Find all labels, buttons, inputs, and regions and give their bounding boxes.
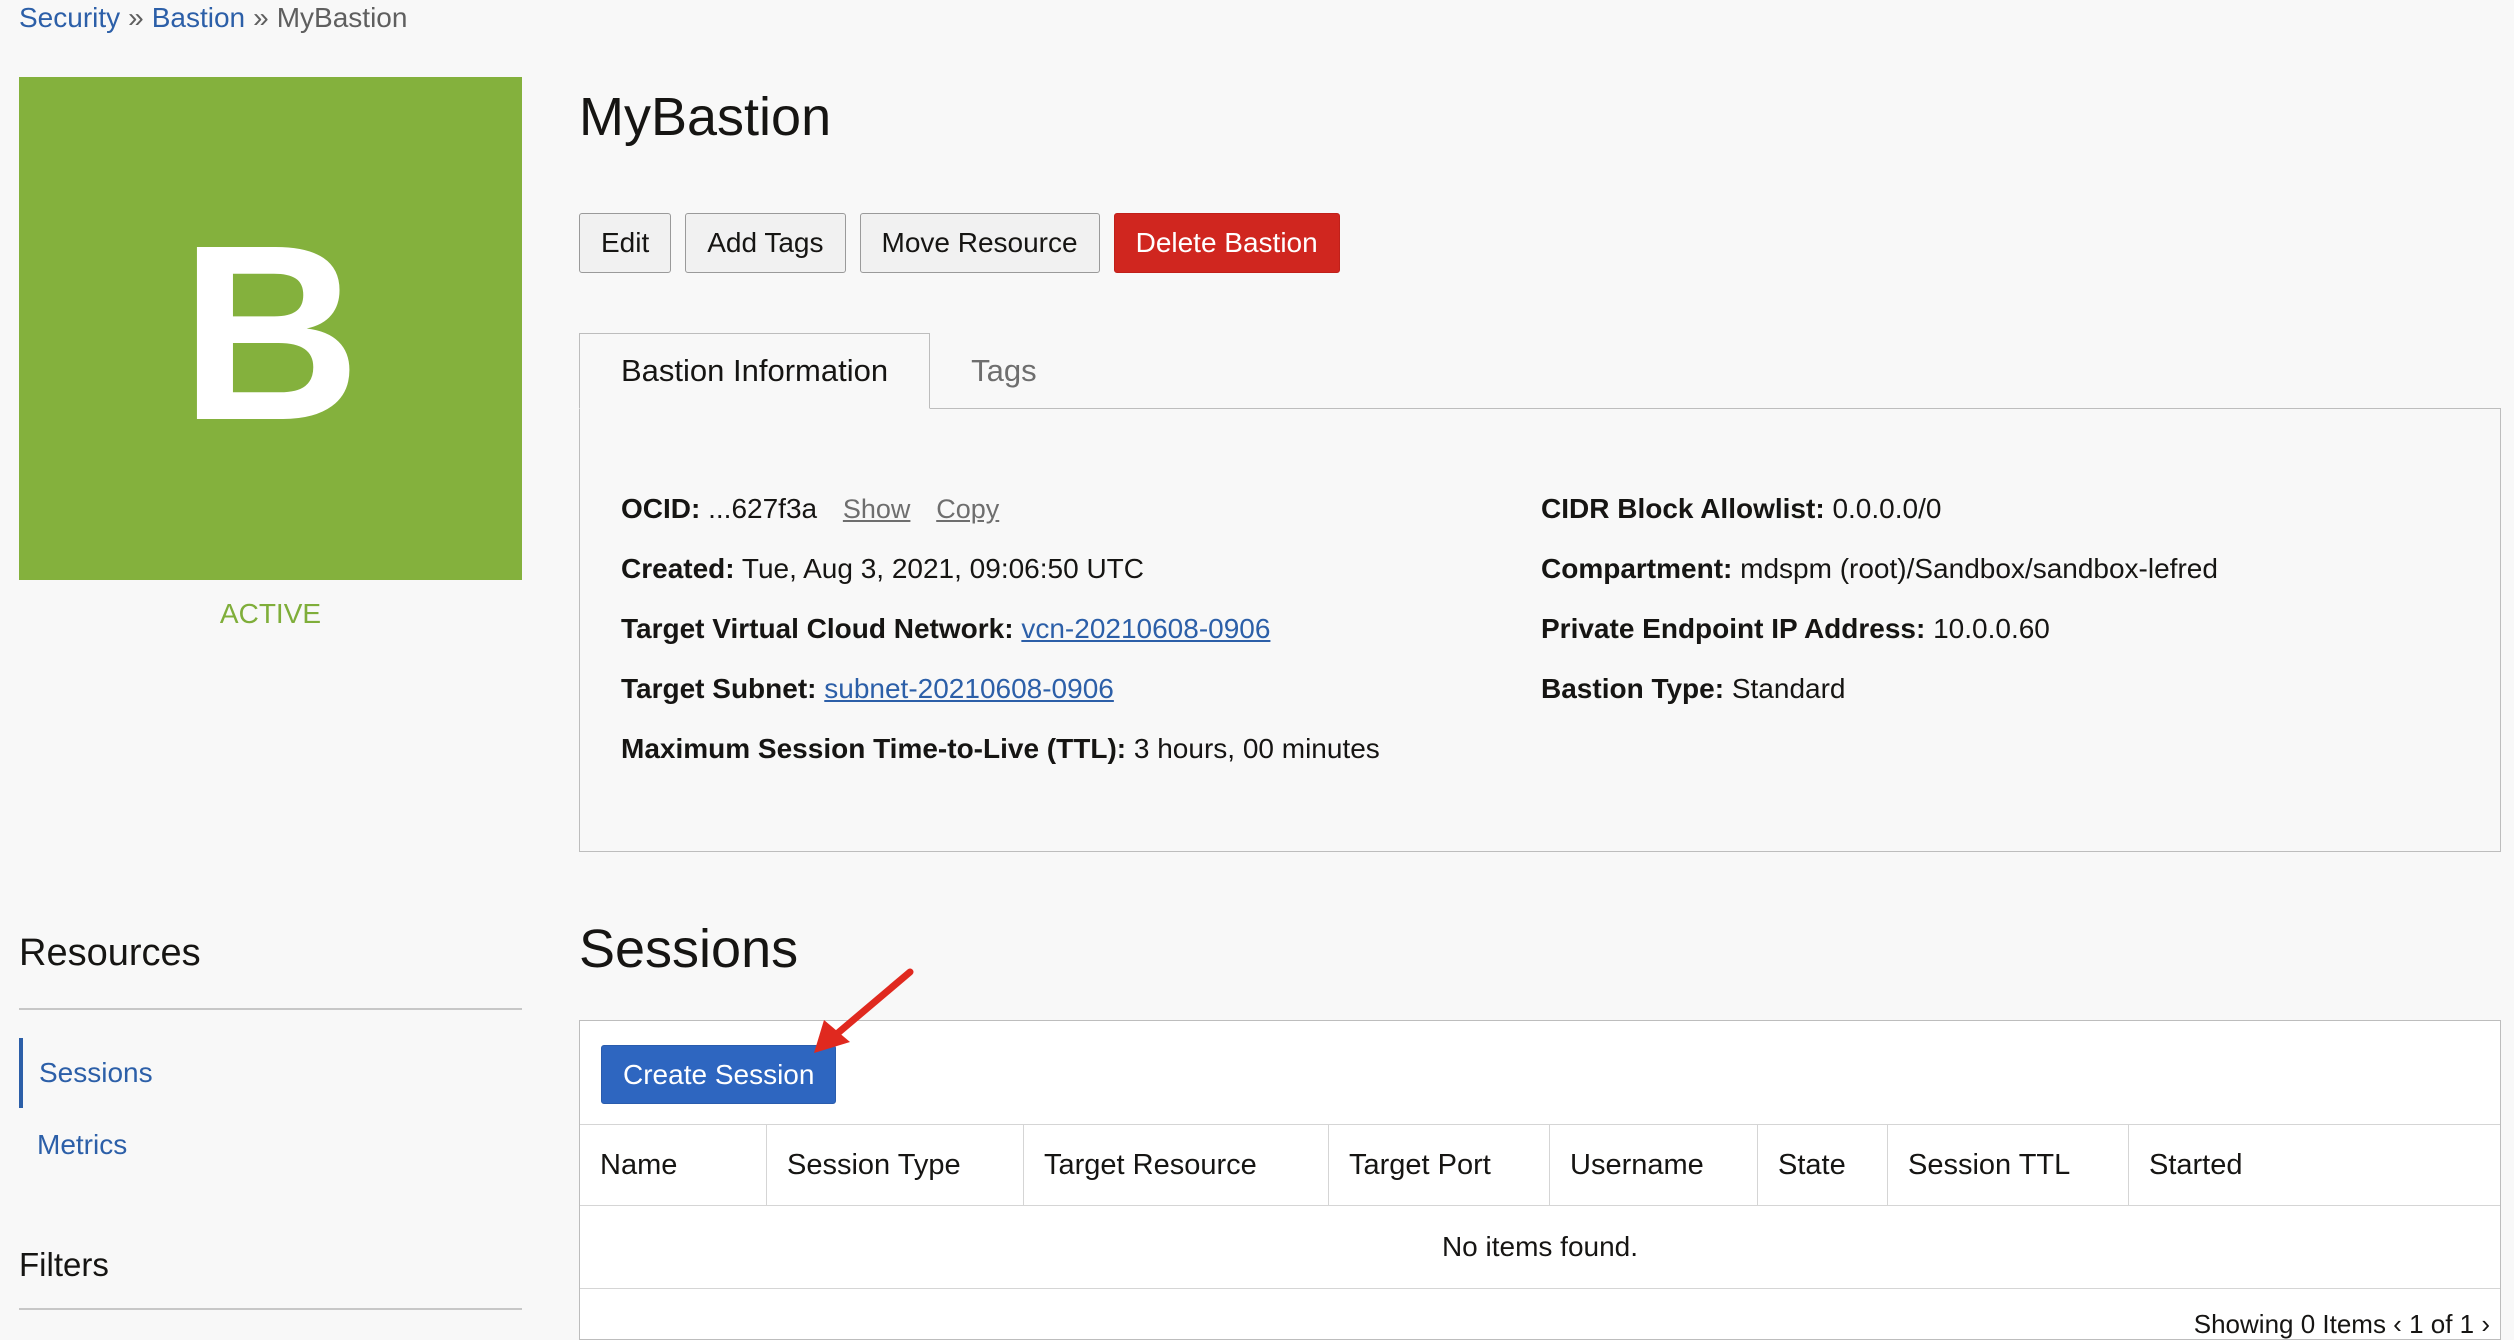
bastion-type-label: Bastion Type: xyxy=(1541,673,1725,704)
target-vcn-link[interactable]: vcn-20210608-0906 xyxy=(1021,613,1270,644)
ocid-value: ...627f3a xyxy=(708,493,818,524)
column-header-session-ttl[interactable]: Session TTL xyxy=(1887,1125,2129,1206)
ocid-label: OCID: xyxy=(621,493,701,524)
info-target-vcn: Target Virtual Cloud Network: vcn-202106… xyxy=(621,599,1380,659)
max-ttl-value: 3 hours, 00 minutes xyxy=(1133,733,1380,764)
target-vcn-label: Target Virtual Cloud Network: xyxy=(621,613,1014,644)
sessions-panel: Create Session Name Session Type Target … xyxy=(579,1020,2501,1340)
cidr-value: 0.0.0.0/0 xyxy=(1832,493,1942,524)
resource-avatar: B xyxy=(19,77,522,580)
column-header-name[interactable]: Name xyxy=(580,1125,767,1206)
info-column-right: CIDR Block Allowlist: 0.0.0.0/0 Compartm… xyxy=(1541,479,2218,719)
column-header-target-port[interactable]: Target Port xyxy=(1328,1125,1550,1206)
column-header-session-type[interactable]: Session Type xyxy=(766,1125,1024,1206)
breadcrumb-current: MyBastion xyxy=(276,2,408,33)
edit-button[interactable]: Edit xyxy=(579,213,672,273)
bastion-type-value: Standard xyxy=(1731,673,1846,704)
column-header-username[interactable]: Username xyxy=(1549,1125,1758,1206)
add-tags-button[interactable]: Add Tags xyxy=(685,213,846,273)
info-cidr: CIDR Block Allowlist: 0.0.0.0/0 xyxy=(1541,479,2218,539)
created-label: Created: xyxy=(621,553,735,584)
sidebar-item-sessions[interactable]: Sessions xyxy=(19,1038,522,1108)
column-header-state[interactable]: State xyxy=(1757,1125,1888,1206)
breadcrumb-separator: » xyxy=(128,2,144,33)
empty-state-message: No items found. xyxy=(580,1206,2500,1289)
info-private-endpoint: Private Endpoint IP Address: 10.0.0.60 xyxy=(1541,599,2218,659)
cidr-label: CIDR Block Allowlist: xyxy=(1541,493,1825,524)
sidebar-item-metrics[interactable]: Metrics xyxy=(19,1110,522,1180)
red-arrow-icon xyxy=(814,968,914,1053)
create-session-button[interactable]: Create Session xyxy=(601,1045,837,1104)
sessions-heading: Sessions xyxy=(579,919,799,979)
ocid-show-link[interactable]: Show xyxy=(843,494,911,524)
ocid-copy-link[interactable]: Copy xyxy=(936,494,999,524)
detail-tabs: Bastion Information Tags xyxy=(579,333,1078,409)
column-header-target-resource[interactable]: Target Resource xyxy=(1023,1125,1329,1206)
breadcrumb: Security» Bastion» MyBastion xyxy=(19,0,407,36)
delete-bastion-button[interactable]: Delete Bastion xyxy=(1113,213,1340,273)
tab-bastion-information[interactable]: Bastion Information xyxy=(579,333,931,409)
target-subnet-link[interactable]: subnet-20210608-0906 xyxy=(824,673,1114,704)
info-max-ttl: Maximum Session Time-to-Live (TTL): 3 ho… xyxy=(621,719,1380,779)
tab-tags[interactable]: Tags xyxy=(930,333,1077,409)
info-column-left: OCID: ...627f3a Show Copy Created: Tue, … xyxy=(621,479,1380,779)
breadcrumb-bastion[interactable]: Bastion xyxy=(152,2,245,33)
status-badge: ACTIVE xyxy=(219,598,322,629)
info-ocid: OCID: ...627f3a Show Copy xyxy=(621,479,1380,539)
action-bar: Edit Add Tags Move Resource Delete Basti… xyxy=(579,213,1340,273)
info-bastion-type: Bastion Type: Standard xyxy=(1541,659,2218,719)
resources-heading: Resources xyxy=(19,932,201,974)
pagination-status: Showing 0 Items ‹ 1 of 1 › xyxy=(2193,1309,2490,1339)
info-compartment: Compartment: mdspm (root)/Sandbox/sandbo… xyxy=(1541,539,2218,599)
move-resource-button[interactable]: Move Resource xyxy=(859,213,1100,273)
table-header-row: Name Session Type Target Resource Target… xyxy=(580,1125,2500,1206)
column-header-started[interactable]: Started xyxy=(2128,1125,2500,1206)
filters-divider xyxy=(19,1308,522,1310)
private-endpoint-value: 10.0.0.60 xyxy=(1933,613,2050,644)
sessions-table: Name Session Type Target Resource Target… xyxy=(580,1125,2500,1206)
breadcrumb-security[interactable]: Security xyxy=(19,2,120,33)
bastion-information-panel: OCID: ...627f3a Show Copy Created: Tue, … xyxy=(579,408,2501,852)
info-target-subnet: Target Subnet: subnet-20210608-0906 xyxy=(621,659,1380,719)
resources-divider xyxy=(19,1008,522,1010)
info-created: Created: Tue, Aug 3, 2021, 09:06:50 UTC xyxy=(621,539,1380,599)
created-value: Tue, Aug 3, 2021, 09:06:50 UTC xyxy=(741,553,1144,584)
private-endpoint-label: Private Endpoint IP Address: xyxy=(1541,613,1926,644)
compartment-label: Compartment: xyxy=(1541,553,1733,584)
breadcrumb-separator: » xyxy=(253,2,269,33)
avatar-letter: B xyxy=(180,192,361,472)
target-subnet-label: Target Subnet: xyxy=(621,673,817,704)
compartment-value: mdspm (root)/Sandbox/sandbox-lefred xyxy=(1740,553,2218,584)
page-title: MyBastion xyxy=(579,87,832,147)
max-ttl-label: Maximum Session Time-to-Live (TTL): xyxy=(621,733,1127,764)
filters-heading: Filters xyxy=(19,1246,109,1283)
